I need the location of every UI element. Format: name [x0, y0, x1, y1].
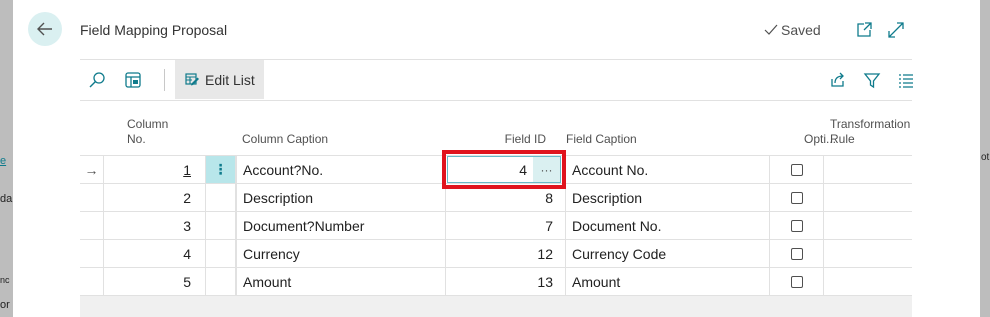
- edit-list-icon: [185, 73, 199, 86]
- row-indicator: [80, 184, 104, 212]
- transformation-rule-cell[interactable]: [824, 184, 912, 212]
- field-caption-cell[interactable]: Account No.: [566, 156, 770, 184]
- column-header-field-caption[interactable]: Field Caption: [566, 113, 716, 155]
- background-text: nc: [0, 275, 10, 285]
- optional-cell[interactable]: [770, 240, 824, 268]
- action-bar: Edit List: [80, 59, 915, 101]
- optional-cell[interactable]: [770, 268, 824, 296]
- optional-checkbox[interactable]: [790, 275, 803, 288]
- transformation-rule-cell[interactable]: [824, 212, 912, 240]
- optional-cell[interactable]: [770, 212, 824, 240]
- optional-cell[interactable]: [770, 156, 824, 184]
- table-row[interactable]: 5 Amount 13 Amount: [80, 268, 912, 296]
- search-icon[interactable]: [88, 71, 106, 89]
- field-id-cell[interactable]: 7: [446, 212, 566, 240]
- save-status: Saved: [764, 22, 821, 38]
- transformation-rule-header-line1: Transformation: [830, 117, 911, 131]
- field-caption-cell[interactable]: Amount: [566, 268, 770, 296]
- optional-cell[interactable]: [770, 184, 824, 212]
- field-caption-cell[interactable]: Document No.: [566, 212, 770, 240]
- row-indicator: [80, 212, 104, 240]
- highlight-box: [442, 150, 566, 189]
- column-caption-cell[interactable]: Currency: [236, 240, 446, 268]
- optional-checkbox[interactable]: [790, 247, 803, 260]
- table-row[interactable]: 4 Currency 12 Currency Code: [80, 240, 912, 268]
- column-caption-cell[interactable]: Amount: [236, 268, 446, 296]
- row-indicator: →: [80, 156, 104, 184]
- open-new-window-icon[interactable]: [855, 21, 873, 39]
- column-no-cell[interactable]: 5: [104, 268, 206, 296]
- optional-checkbox[interactable]: [790, 191, 803, 204]
- filter-pane-icon[interactable]: [124, 71, 142, 89]
- column-header-column-caption[interactable]: Column Caption: [242, 113, 392, 155]
- expand-icon[interactable]: [887, 21, 905, 39]
- background-text: ot: [981, 152, 990, 163]
- transformation-rule-header-line2: Rule: [830, 132, 855, 146]
- column-no-cell[interactable]: 1: [104, 156, 206, 184]
- row-indicator: [80, 268, 104, 296]
- column-no-cell[interactable]: 2: [104, 184, 206, 212]
- transformation-rule-cell[interactable]: [824, 268, 912, 296]
- share-icon[interactable]: [828, 71, 846, 89]
- back-button[interactable]: [28, 12, 62, 46]
- toolbar-divider: [164, 69, 165, 91]
- optional-checkbox[interactable]: [790, 219, 803, 232]
- column-no-value: 1: [183, 161, 191, 178]
- field-caption-cell[interactable]: Currency Code: [566, 240, 770, 268]
- checkmark-icon: [764, 24, 778, 35]
- field-id-cell[interactable]: 13: [446, 268, 566, 296]
- page-title: Field Mapping Proposal: [80, 22, 228, 38]
- column-no-cell[interactable]: 4: [104, 240, 206, 268]
- optional-checkbox[interactable]: [790, 163, 803, 176]
- row-menu-button[interactable]: ⋮: [206, 156, 236, 184]
- edit-list-label: Edit List: [205, 71, 255, 88]
- filter-icon[interactable]: [863, 71, 881, 89]
- column-caption-cell[interactable]: Description: [236, 184, 446, 212]
- field-mapping-table: Column No. Column Caption Field ID Field…: [80, 113, 912, 317]
- column-header-transformation-rule[interactable]: Transformation Rule: [830, 113, 920, 155]
- row-menu-cell[interactable]: [206, 212, 236, 240]
- edit-list-button[interactable]: Edit List: [175, 60, 264, 99]
- save-status-label: Saved: [781, 22, 821, 38]
- column-header-field-id[interactable]: Field ID: [447, 113, 559, 155]
- column-header-column-no[interactable]: Column No.: [127, 113, 190, 155]
- column-caption-cell[interactable]: Document?Number: [236, 212, 446, 240]
- transformation-rule-cell[interactable]: [824, 156, 912, 184]
- background-text: or: [0, 299, 10, 311]
- list-view-icon[interactable]: [897, 71, 915, 89]
- background-text: da: [0, 193, 13, 205]
- row-menu-cell[interactable]: [206, 184, 236, 212]
- row-indicator: [80, 240, 104, 268]
- back-arrow-icon: [37, 22, 52, 36]
- column-caption-cell[interactable]: Account?No.: [236, 156, 446, 184]
- row-menu-cell[interactable]: [206, 240, 236, 268]
- field-caption-cell[interactable]: Description: [566, 184, 770, 212]
- column-no-cell[interactable]: 3: [104, 212, 206, 240]
- row-menu-cell[interactable]: [206, 268, 236, 296]
- background-link: e: [0, 155, 7, 167]
- table-row[interactable]: 3 Document?Number 7 Document No.: [80, 212, 912, 240]
- table-footer: [80, 296, 912, 317]
- field-id-cell[interactable]: 12: [446, 240, 566, 268]
- transformation-rule-cell[interactable]: [824, 240, 912, 268]
